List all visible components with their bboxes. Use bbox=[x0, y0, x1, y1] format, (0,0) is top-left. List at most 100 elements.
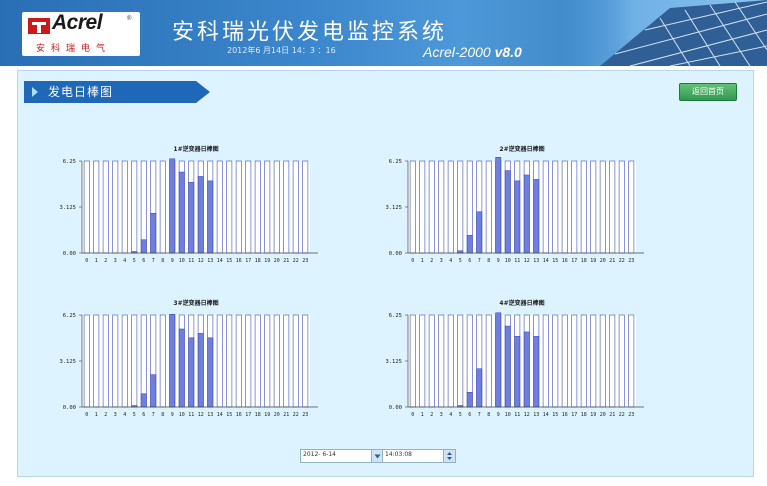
x-tick-label: 15 bbox=[552, 258, 558, 264]
version-prefix: Acrel-2000 bbox=[423, 44, 491, 60]
chart-title: 2#逆变器日棒图 bbox=[499, 145, 544, 153]
x-tick-label: 5 bbox=[133, 258, 136, 264]
x-tick-label: 18 bbox=[255, 412, 261, 418]
x-tick-label: 18 bbox=[581, 412, 587, 418]
plot-area bbox=[408, 161, 636, 253]
x-tick-label: 6 bbox=[468, 258, 471, 264]
y-tick-label: 3.125 bbox=[385, 205, 402, 211]
y-tick-label: 6.25 bbox=[63, 159, 76, 165]
x-tick-label: 19 bbox=[264, 412, 270, 418]
bar bbox=[140, 239, 147, 254]
x-tick-label: 6 bbox=[468, 412, 471, 418]
x-tick-label: 5 bbox=[133, 412, 136, 418]
x-tick-label: 3 bbox=[440, 412, 443, 418]
y-tick-label: 6.25 bbox=[389, 313, 402, 319]
x-tick-label: 4 bbox=[123, 258, 126, 264]
y-tick-label: 6.25 bbox=[63, 313, 76, 319]
x-tick-label: 6 bbox=[142, 412, 145, 418]
x-tick-label: 8 bbox=[161, 412, 164, 418]
x-tick-label: 1 bbox=[95, 412, 98, 418]
x-tick-label: 12 bbox=[524, 412, 530, 418]
x-tick-label: 16 bbox=[562, 412, 568, 418]
header-banner: Acrel ® 安科瑞电气 安科瑞光伏发电监控系统 2012年6 月14日 14… bbox=[0, 0, 767, 66]
system-title: 安科瑞光伏发电监控系统 bbox=[172, 20, 448, 45]
bar bbox=[523, 331, 530, 408]
x-tick-label: 1 bbox=[421, 258, 424, 264]
inverter-3-chart-svg: 3#逆变器日棒图0 1 2 3 4 5 6 7 8 9 10 11 12 13 14 15 16 17 18 19 20… bbox=[59, 299, 318, 418]
x-tick-label: 22 bbox=[293, 412, 299, 418]
x-tick-label: 10 bbox=[505, 258, 511, 264]
time-input[interactable]: 14:03:08 bbox=[382, 449, 456, 463]
x-tick-label: 16 bbox=[236, 412, 242, 418]
inverter-1-chart-svg: 1#逆变器日棒图0 1 2 3 4 5 6 7 8 9 10 11 12 13 14 15 16 17 18 19 20… bbox=[59, 145, 318, 264]
inverter-2-chart: 2#逆变器日棒图 0 1 2 3 4 5 6 7 8 9 10 11 12 13 14 15 16 17 18 19 20… bbox=[378, 141, 678, 273]
x-tick-label: 13 bbox=[533, 412, 539, 418]
x-tick-label: 4 bbox=[449, 258, 452, 264]
x-tick-label: 20 bbox=[274, 412, 280, 418]
x-tick-label: 16 bbox=[562, 258, 568, 264]
inverter-1-chart: 1#逆变器日棒图 0 1 2 3 4 5 6 7 8 9 10 11 12 13 14 15 16 17 18 19 20… bbox=[52, 141, 352, 273]
plot-area bbox=[82, 315, 310, 407]
x-tick-label: 20 bbox=[600, 412, 606, 418]
y-tick-label: 3.125 bbox=[385, 359, 402, 365]
bar bbox=[533, 336, 540, 408]
x-tick-label: 2 bbox=[430, 412, 433, 418]
x-tick-label: 18 bbox=[581, 258, 587, 264]
x-tick-label: 12 bbox=[524, 258, 530, 264]
bar bbox=[178, 328, 185, 408]
x-tick-label: 9 bbox=[171, 258, 174, 264]
x-tick-label: 13 bbox=[207, 412, 213, 418]
section-title: 发电日棒图 bbox=[48, 85, 114, 99]
chart-title: 1#逆变器日棒图 bbox=[173, 145, 218, 153]
x-tick-label: 19 bbox=[264, 258, 270, 264]
x-tick-label: 21 bbox=[283, 412, 289, 418]
x-tick-label: 3 bbox=[114, 258, 117, 264]
x-tick-label: 7 bbox=[478, 258, 481, 264]
bar bbox=[504, 170, 511, 254]
x-tick-label: 11 bbox=[188, 258, 194, 264]
x-tick-label: 2 bbox=[430, 258, 433, 264]
x-tick-label: 23 bbox=[302, 412, 308, 418]
x-tick-label: 18 bbox=[255, 258, 261, 264]
x-tick-label: 7 bbox=[152, 412, 155, 418]
current-datetime: 2012年6 月14日 14：3 ：16 bbox=[227, 46, 336, 55]
x-tick-label: 23 bbox=[628, 258, 634, 264]
x-tick-label: 0 bbox=[411, 258, 414, 264]
bar bbox=[178, 171, 185, 254]
x-tick-label: 2 bbox=[104, 412, 107, 418]
x-tick-label: 13 bbox=[207, 258, 213, 264]
inverter-2-chart-svg: 2#逆变器日棒图0 1 2 3 4 5 6 7 8 9 10 11 12 13 14 15 16 17 18 19 20… bbox=[385, 145, 644, 264]
x-tick-label: 4 bbox=[449, 412, 452, 418]
system-version: Acrel-2000 v8.0 bbox=[423, 44, 522, 60]
x-tick-label: 23 bbox=[628, 412, 634, 418]
solar-panel-image bbox=[560, 0, 767, 66]
spinner-icon[interactable] bbox=[443, 450, 455, 462]
bar bbox=[188, 182, 195, 254]
inverter-3-chart: 3#逆变器日棒图 0 1 2 3 4 5 6 7 8 9 10 11 12 13 14 15 16 17 18 19 20… bbox=[52, 295, 352, 427]
x-tick-label: 17 bbox=[245, 258, 251, 264]
logo-mark-icon bbox=[28, 18, 50, 34]
x-tick-label: 12 bbox=[198, 258, 204, 264]
x-tick-label: 3 bbox=[440, 258, 443, 264]
date-select[interactable]: 2012- 6-14 bbox=[300, 449, 384, 463]
x-tick-label: 14 bbox=[217, 412, 223, 418]
inverter-4-chart-svg: 4#逆变器日棒图0 1 2 3 4 5 6 7 8 9 10 11 12 13 14 15 16 17 18 19 20… bbox=[385, 299, 644, 418]
x-tick-label: 16 bbox=[236, 258, 242, 264]
x-tick-label: 23 bbox=[302, 258, 308, 264]
y-tick-label: 6.25 bbox=[389, 159, 402, 165]
time-value: 14:03:08 bbox=[385, 451, 412, 458]
inverter-4-chart: 4#逆变器日棒图 0 1 2 3 4 5 6 7 8 9 10 11 12 13 14 15 16 17 18 19 20… bbox=[378, 295, 678, 427]
bar bbox=[466, 235, 473, 254]
y-tick-label: 0.00 bbox=[63, 405, 76, 411]
x-tick-label: 0 bbox=[411, 412, 414, 418]
plot-area bbox=[408, 315, 636, 407]
y-tick-label: 0.00 bbox=[389, 251, 402, 257]
x-tick-label: 4 bbox=[123, 412, 126, 418]
x-tick-label: 9 bbox=[497, 258, 500, 264]
back-to-home-button[interactable]: 返回首页 bbox=[679, 83, 737, 101]
x-tick-label: 10 bbox=[179, 258, 185, 264]
logo-registered: ® bbox=[127, 16, 132, 22]
x-tick-label: 9 bbox=[497, 412, 500, 418]
x-tick-label: 13 bbox=[533, 258, 539, 264]
x-tick-label: 8 bbox=[487, 258, 490, 264]
